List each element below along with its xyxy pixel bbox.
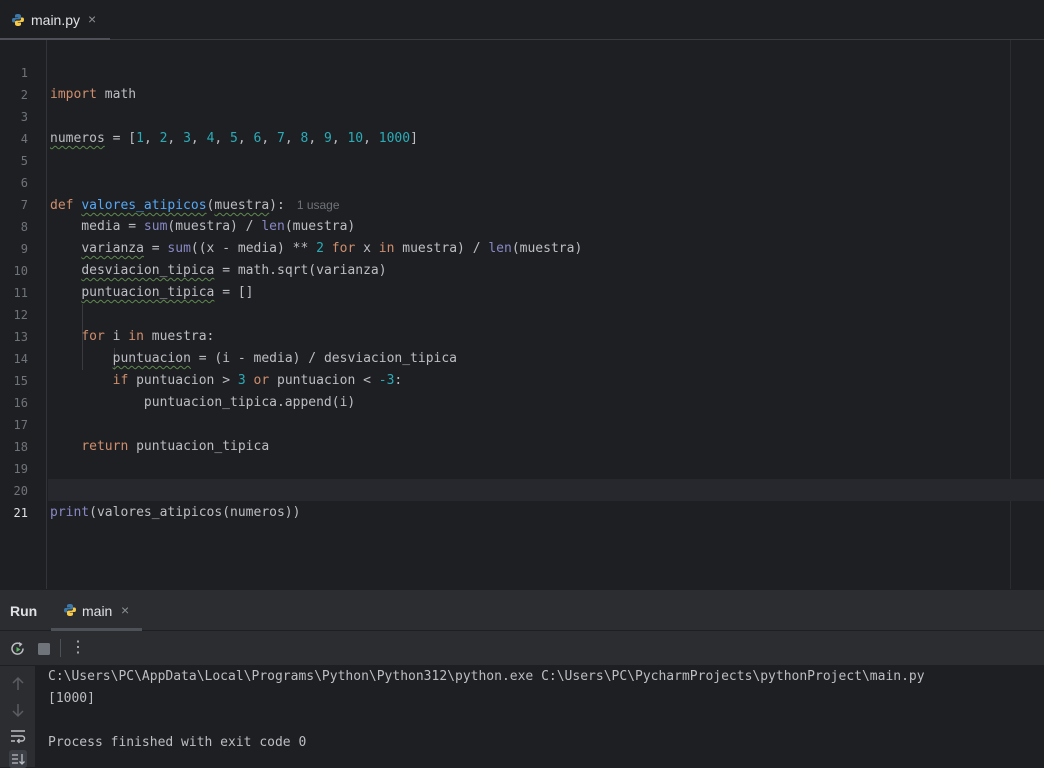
soft-wrap-icon[interactable] xyxy=(9,727,27,745)
run-console[interactable]: C:\Users\PC\AppData\Local\Programs\Pytho… xyxy=(0,666,1044,768)
code-line: 3 numeros = [1, 2, 3, 4, 5, 6, 7, 8, 9, … xyxy=(0,84,1044,146)
run-panel-title: Run xyxy=(10,603,38,619)
code-line-current: 21 xyxy=(0,480,1044,520)
toolbar-separator xyxy=(60,639,61,657)
code-line: 14 if puntuacion > 3 or puntuacion < -3: xyxy=(0,326,1044,388)
python-file-icon xyxy=(64,604,76,616)
code-line: 1 import math xyxy=(0,40,1044,102)
console-output-line: C:\Users\PC\AppData\Local\Programs\Pytho… xyxy=(48,669,925,684)
close-icon[interactable]: × xyxy=(88,11,96,27)
run-tab-label: main xyxy=(82,603,113,619)
run-toolbar: ⋮ xyxy=(0,631,1044,666)
rerun-icon[interactable] xyxy=(8,639,28,659)
code-line: 8 varianza = sum((x - media) ** 2 for x … xyxy=(0,194,1044,256)
editor-tab-bar: main.py × xyxy=(0,0,1044,41)
code-line: 18 xyxy=(0,414,1044,454)
code-line: 9 desviacion_tipica = math.sqrt(varianza… xyxy=(0,216,1044,278)
code-line: 7 media = sum(muestra) / len(muestra) xyxy=(0,172,1044,234)
code-line: 11 xyxy=(0,260,1044,300)
code-line: 16 xyxy=(0,370,1044,410)
python-file-icon xyxy=(12,14,24,26)
code-line: 19 xyxy=(0,436,1044,476)
console-side-toolbar xyxy=(0,666,35,768)
run-panel-header: Run main × xyxy=(0,589,1044,631)
code-line: 4 xyxy=(0,106,1044,146)
code-line: 10 puntuacion_tipica = [] xyxy=(0,238,1044,300)
code-line: 15 puntuacion_tipica.append(i) xyxy=(0,348,1044,410)
code-line: 12 for i in muestra: xyxy=(0,282,1044,344)
run-tab-main[interactable]: main × xyxy=(51,590,142,631)
console-output-line: Process finished with exit code 0 xyxy=(48,735,307,750)
code-line: 13 puntuacion = (i - media) / desviacion… xyxy=(0,304,1044,366)
line-number: 21 xyxy=(13,506,28,520)
stop-icon[interactable] xyxy=(34,639,54,659)
console-output-line: [1000] xyxy=(48,691,95,706)
arrow-down-icon[interactable] xyxy=(9,701,27,719)
more-options-icon[interactable]: ⋮ xyxy=(68,638,88,658)
tab-main-py[interactable]: main.py × xyxy=(0,0,110,41)
code-line: 6 def valores_atipicos(muestra): 1 usage xyxy=(0,150,1044,213)
close-icon[interactable]: × xyxy=(121,602,129,618)
scroll-to-end-icon[interactable] xyxy=(9,750,27,768)
code-line: 2 xyxy=(0,62,1044,102)
code-editor[interactable]: 1 import math 2 3 numeros = [1, 2, 3, 4,… xyxy=(0,40,1044,589)
code-line: 5 xyxy=(0,128,1044,168)
code-line: 17 return puntuacion_tipica xyxy=(0,392,1044,454)
tab-filename: main.py xyxy=(31,12,81,28)
code-line: 20 print(valores_atipicos(numeros)) xyxy=(0,458,1044,520)
arrow-up-icon[interactable] xyxy=(9,675,27,693)
